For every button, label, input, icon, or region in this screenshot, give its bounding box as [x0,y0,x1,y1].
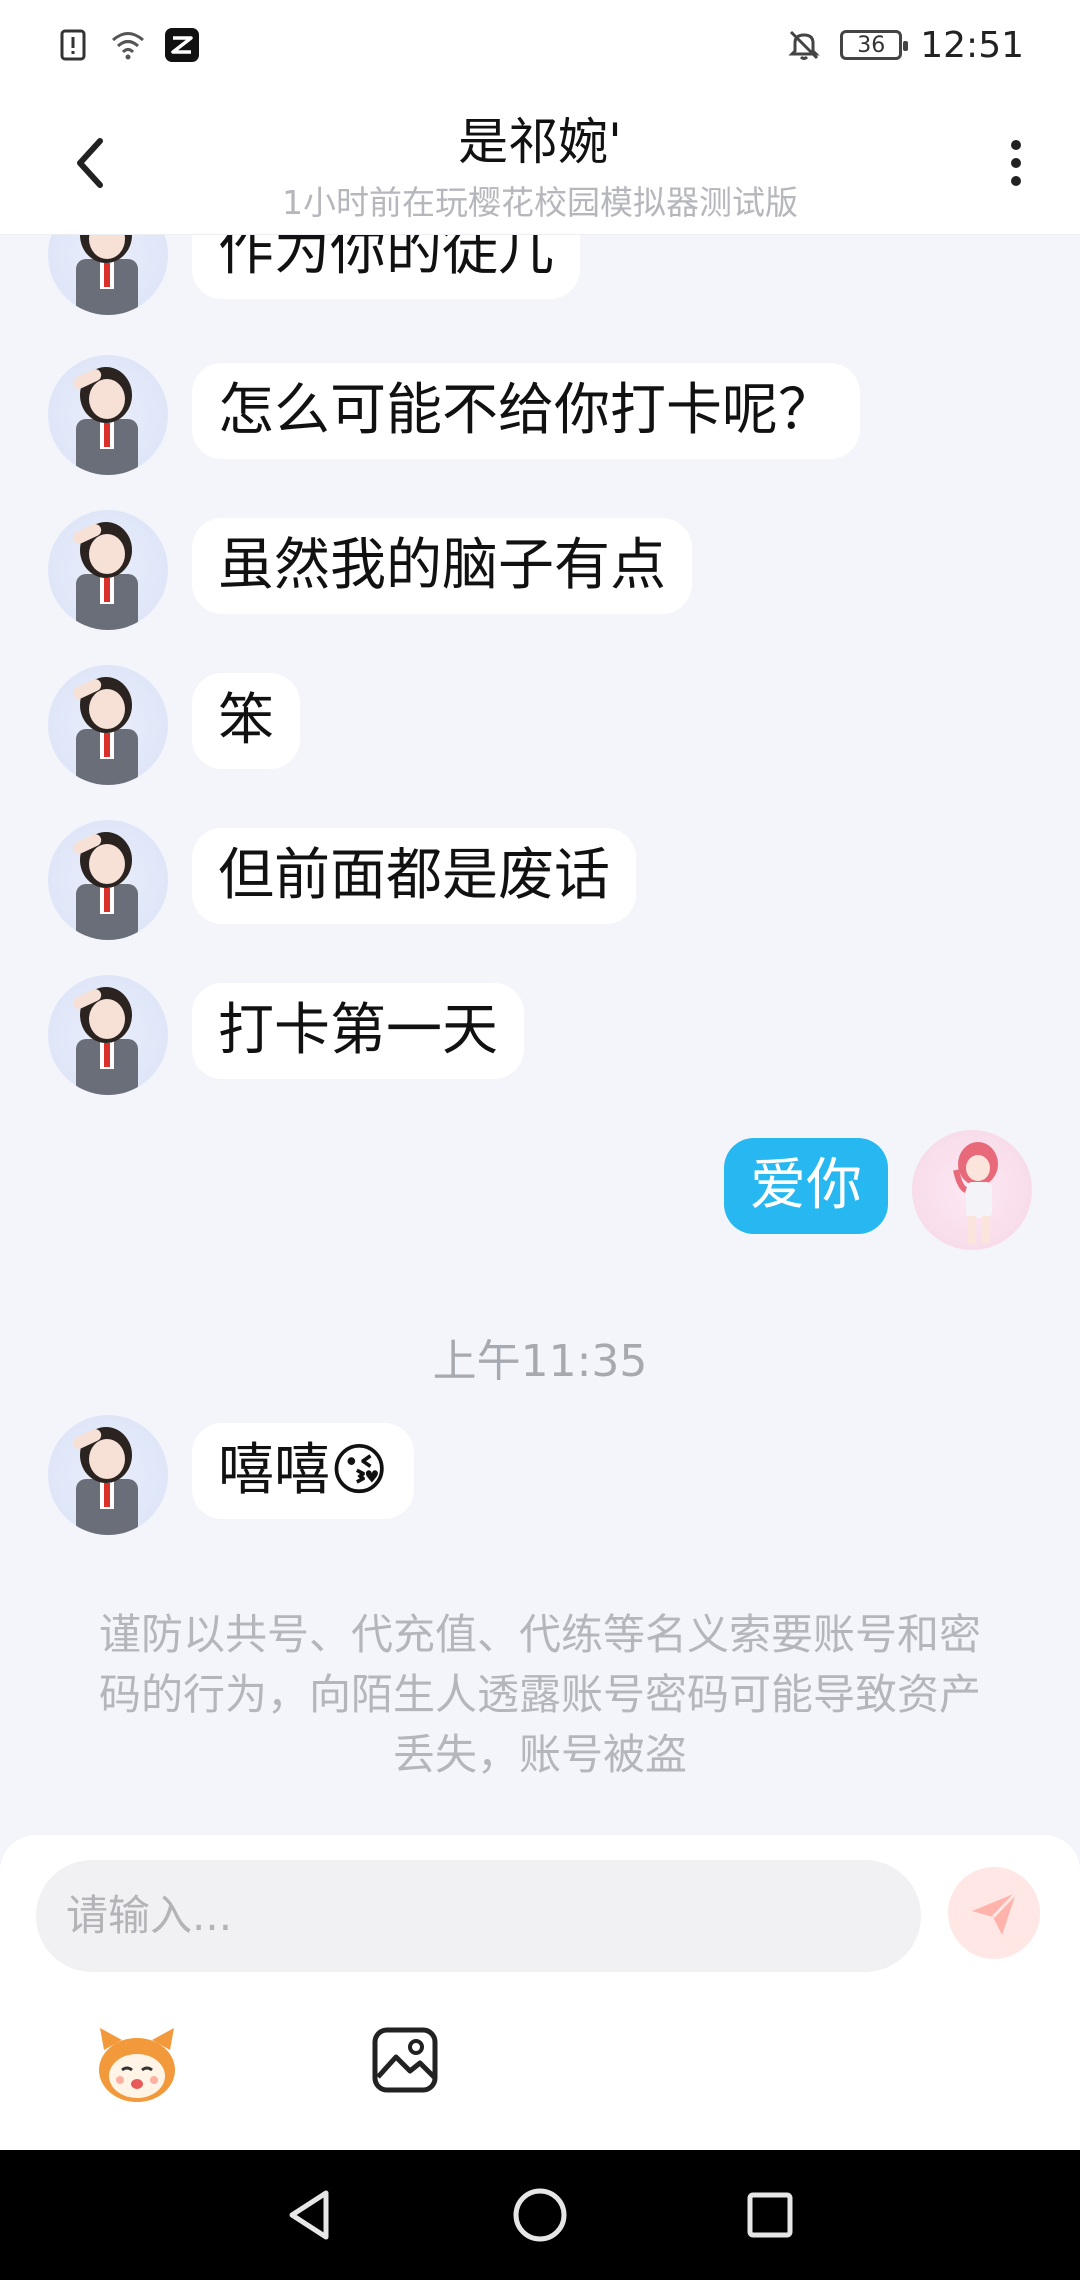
wifi-icon [112,32,144,60]
girl-avatar-icon [76,235,138,315]
message-row: 但前面都是废话 [0,820,1080,960]
message-bubble[interactable]: 怎么可能不给你打卡呢？ [192,363,860,459]
contact-avatar[interactable] [48,355,168,475]
input-panel: 请输入... [0,1835,1080,2150]
security-notice: 谨防以共号、代充值、代练等名义索要账号和密码的行为，向陌生人透露账号密码可能导致… [98,1610,981,1779]
sticker-button[interactable] [92,2020,182,2110]
girl-avatar-icon [72,832,138,940]
send-button[interactable] [948,1867,1040,1959]
image-button[interactable] [370,2025,440,2095]
girl-avatar-icon [72,987,138,1095]
message-row-outgoing: 爱你 [0,1130,1080,1270]
message-bubble[interactable]: 笨 [192,673,300,769]
contact-avatar[interactable] [48,975,168,1095]
battery-level: 36 [857,32,886,58]
bell-off-icon [788,30,820,60]
contact-avatar[interactable] [48,510,168,630]
message-row: 虽然我的脑子有点 [0,510,1080,650]
status-bar-right: 36 12:51 [786,25,1024,66]
message-bubble[interactable]: 打卡第一天 [192,983,524,1079]
message-bubble[interactable]: 但前面都是废话 [192,828,636,924]
chat-header: 是祁婉' 1小时前在玩樱花校园模拟器测试版 [0,90,1080,235]
status-bar-left [56,27,200,63]
sticker-face-icon [99,2028,175,2102]
message-row: 打卡第一天 [0,975,1080,1115]
image-icon [372,2027,438,2093]
girl-avatar-icon [72,367,138,475]
girl-avatar-icon [72,1427,138,1535]
anime-girl-avatar-icon [953,1142,998,1244]
girl-avatar-icon [72,677,138,785]
my-avatar[interactable] [912,1130,1032,1250]
more-vertical-icon [1011,140,1021,150]
chat-title: 是祁婉' [458,113,622,171]
nav-back-icon [289,2190,329,2240]
status-bar: 36 12:51 [0,0,1080,90]
nav-back-button[interactable] [275,2180,345,2250]
send-icon [972,1891,1018,1935]
message-bubble-outgoing[interactable]: 爱你 [724,1138,888,1234]
alert-icon [60,29,86,61]
nav-recents-button[interactable] [735,2180,805,2250]
girl-avatar-icon [72,522,138,630]
nav-recents-icon [747,2192,793,2238]
message-bubble[interactable]: 作为你的徒儿 [192,235,580,299]
contact-avatar[interactable] [48,1415,168,1535]
chat-subtitle: 1小时前在玩樱花校园模拟器测试版 [282,183,798,222]
contact-avatar[interactable] [48,820,168,940]
more-options-button[interactable] [996,128,1036,198]
status-time: 12:51 [920,24,1024,66]
system-nav-bar [0,2150,1080,2280]
contact-avatar[interactable] [48,235,168,315]
message-timestamp: 上午11:35 [432,1336,648,1387]
message-row: 作为你的徒儿 [0,235,1080,335]
message-bubble[interactable]: 虽然我的脑子有点 [192,518,692,614]
message-row: 嘻嘻😘 [0,1415,1080,1555]
chat-area[interactable]: 作为你的徒儿 怎么可能不给你打卡呢？ 虽然我的脑子有点 笨 但前面都是废话 打卡… [0,235,1080,1835]
contact-avatar[interactable] [48,665,168,785]
message-input[interactable]: 请输入... [36,1860,921,1972]
nav-home-icon [513,2188,567,2242]
message-row: 笨 [0,665,1080,805]
battery-icon: 36 [840,30,909,60]
nav-home-button[interactable] [505,2180,575,2250]
capcut-app-icon [165,28,199,62]
message-bubble[interactable]: 嘻嘻😘 [192,1423,415,1519]
message-row: 怎么可能不给你打卡呢？ [0,355,1080,495]
